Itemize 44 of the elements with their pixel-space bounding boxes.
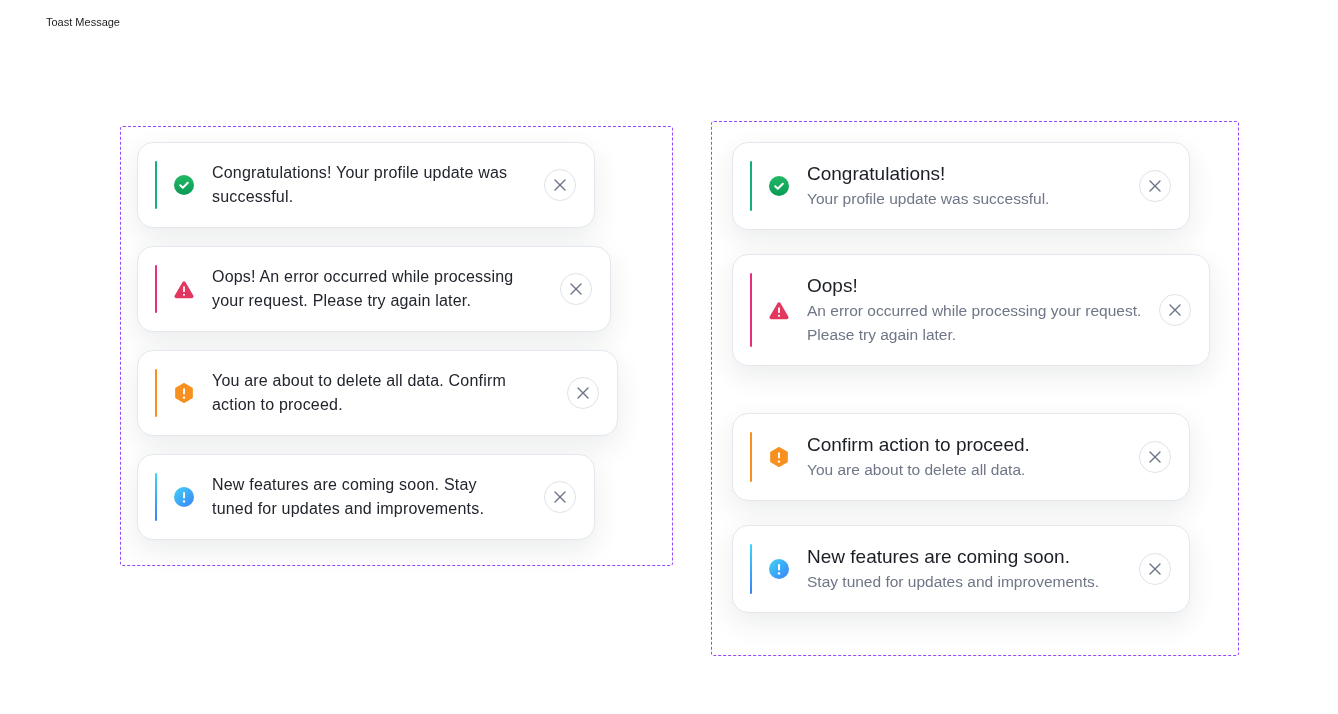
close-button[interactable] <box>544 481 576 513</box>
check-circle-icon <box>174 175 194 195</box>
close-icon <box>554 179 566 191</box>
close-icon <box>1149 451 1161 463</box>
accent-bar <box>750 161 752 211</box>
close-icon <box>577 387 589 399</box>
accent-bar <box>750 432 752 482</box>
close-button[interactable] <box>560 273 592 305</box>
warning-icon <box>769 300 789 320</box>
accent-bar <box>155 161 157 209</box>
accent-bar <box>155 369 157 417</box>
toast-description: Your profile update was successful. <box>807 189 1050 209</box>
close-button[interactable] <box>1139 441 1171 473</box>
toast-title: Oops! <box>807 274 858 298</box>
close-icon <box>1149 180 1161 192</box>
toast-message: Oops! An error occurred while processing your request. Please try again later. <box>212 267 515 311</box>
close-icon <box>1149 563 1161 575</box>
close-icon <box>570 283 582 295</box>
close-button[interactable] <box>544 169 576 201</box>
exclamation-hexagon-icon <box>174 383 194 403</box>
close-icon <box>554 491 566 503</box>
toast-title: Congratulations! <box>807 162 946 186</box>
page-title: Toast Message <box>46 16 120 29</box>
accent-bar <box>155 265 157 313</box>
exclamation-circle-icon <box>174 487 194 507</box>
toast-title: New features are coming soon. <box>807 545 1070 569</box>
close-button[interactable] <box>1159 294 1192 326</box>
close-button[interactable] <box>1139 553 1171 585</box>
close-button[interactable] <box>1139 170 1171 202</box>
accent-bar <box>155 473 157 521</box>
toast-message: New features are coming soon. Stay tuned for updates and improvements. <box>212 475 486 519</box>
toast-message: You are about to delete all data. Confirm action to proceed. <box>212 371 508 415</box>
toast-title: Confirm action to proceed. <box>807 433 1030 457</box>
close-button[interactable] <box>567 377 599 409</box>
toast-description: Stay tuned for updates and improvements. <box>807 572 1100 592</box>
close-icon <box>1169 304 1182 316</box>
exclamation-hexagon-icon <box>769 447 789 467</box>
exclamation-circle-icon <box>769 559 789 579</box>
toast-description: An error occurred while processing your request. Please try again later. <box>807 301 1142 345</box>
accent-bar <box>750 544 752 594</box>
toast-message: Congratulations! Your profile update was successful. <box>212 163 509 207</box>
warning-icon <box>174 279 194 299</box>
toast-description: You are about to delete all data. <box>807 460 1026 480</box>
check-circle-icon <box>769 176 789 196</box>
